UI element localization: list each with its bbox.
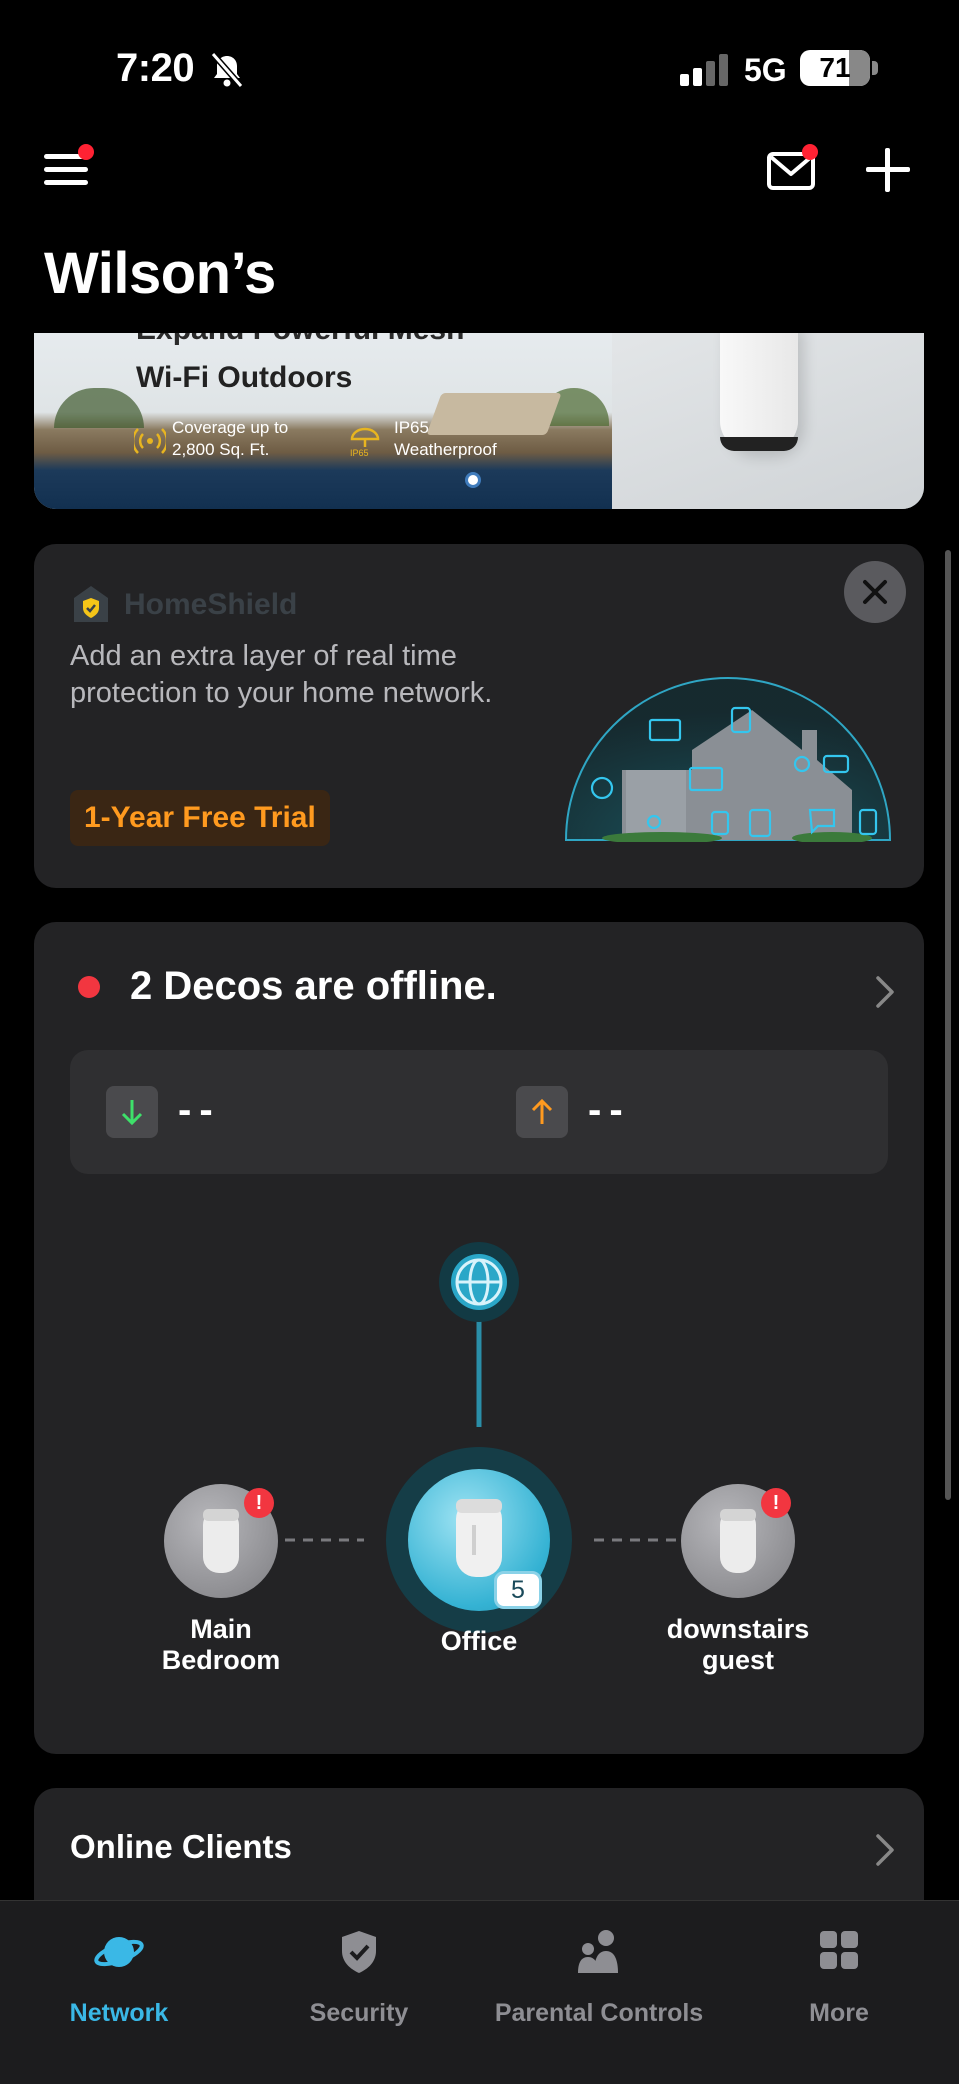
tab-label: More bbox=[809, 1999, 869, 2027]
homeshield-description: Add an extra layer of real time protecti… bbox=[70, 640, 493, 709]
planet-icon bbox=[94, 1937, 144, 1967]
bell-off-icon bbox=[210, 52, 244, 88]
menu-button[interactable] bbox=[44, 144, 94, 190]
tab-security[interactable]: Security bbox=[249, 1929, 469, 2029]
battery-icon: 71 bbox=[800, 50, 870, 86]
banner-headline: Wi-Fi Outdoors bbox=[136, 361, 353, 394]
tab-parental-controls[interactable]: Parental Controls bbox=[489, 1929, 709, 2029]
signal-icon bbox=[680, 54, 728, 86]
mail-notification-dot bbox=[802, 144, 818, 160]
battery-nub bbox=[872, 61, 878, 75]
bottom-tab-bar: Network Security Parental Controls More bbox=[0, 1900, 959, 2084]
coverage-icon bbox=[134, 428, 166, 454]
page-title: Wilson’s bbox=[44, 241, 276, 306]
svg-text:IP65: IP65 bbox=[350, 448, 369, 457]
close-button[interactable] bbox=[844, 561, 906, 623]
deco-device-icon bbox=[456, 1499, 502, 1577]
offline-alert-badge: ! bbox=[761, 1488, 791, 1518]
shield-icon bbox=[342, 1931, 376, 1973]
tab-label: Parental Controls bbox=[494, 1999, 704, 2027]
promo-banner[interactable]: Expand Powerful Mesh Wi-Fi Outdoors Cove… bbox=[34, 333, 924, 509]
deco-label-office: Office bbox=[440, 1626, 518, 1656]
status-bar: 7:20 5G 71 bbox=[0, 0, 959, 120]
status-time: 7:20 bbox=[116, 46, 195, 90]
deco-label-downstairs-guest: downstairs guest bbox=[666, 1614, 810, 1675]
network-type: 5G bbox=[744, 52, 787, 88]
weatherproof-icon: IP65 bbox=[350, 427, 380, 457]
banner-headline-partial: Expand Powerful Mesh bbox=[136, 333, 464, 347]
close-icon bbox=[863, 580, 887, 604]
banner-feature-weatherproof: IP65 Weatherproof bbox=[394, 418, 497, 459]
homeshield-card[interactable]: HomeShield Add an extra layer of real ti… bbox=[34, 544, 924, 888]
battery-level: 71 bbox=[819, 52, 851, 83]
scrollbar[interactable] bbox=[945, 550, 951, 1500]
deco-node-office[interactable]: 5 bbox=[386, 1447, 572, 1633]
banner-feature-coverage: Coverage up to 2,800 Sq. Ft. bbox=[172, 418, 289, 459]
messages-button[interactable] bbox=[766, 144, 822, 192]
tab-label: Network bbox=[69, 1999, 169, 2027]
family-icon bbox=[578, 1930, 618, 1973]
tab-more[interactable]: More bbox=[729, 1929, 949, 2029]
network-status-card[interactable]: 2 Decos are offline. -- -- 5 Office ! Ma… bbox=[34, 922, 924, 1754]
grid-icon bbox=[820, 1931, 858, 1969]
menu-notification-dot bbox=[78, 144, 94, 160]
deco-node-main-bedroom[interactable]: ! bbox=[164, 1484, 278, 1598]
globe-icon bbox=[451, 1254, 507, 1310]
deco-label-main-bedroom: Main Bedroom bbox=[161, 1614, 281, 1675]
tab-label: Security bbox=[309, 1999, 409, 2027]
online-clients-title: Online Clients bbox=[70, 1828, 292, 1865]
offline-alert-badge: ! bbox=[244, 1488, 274, 1518]
protected-home-illustration bbox=[564, 677, 892, 842]
banner-photo: Expand Powerful Mesh Wi-Fi Outdoors Cove… bbox=[34, 333, 612, 509]
client-count-badge: 5 bbox=[494, 1571, 542, 1609]
deco-device-icon bbox=[203, 1509, 239, 1573]
chevron-right-icon[interactable] bbox=[874, 1832, 896, 1868]
carousel-indicator[interactable] bbox=[468, 475, 478, 485]
deco-device-icon bbox=[720, 1509, 756, 1573]
internet-globe-button[interactable] bbox=[439, 1242, 519, 1322]
banner-product-image bbox=[612, 333, 924, 509]
homeshield-brand: HomeShield bbox=[124, 588, 298, 621]
homeshield-logo-icon bbox=[74, 586, 108, 622]
deco-node-downstairs-guest[interactable]: ! bbox=[681, 1484, 795, 1598]
free-trial-button[interactable]: 1-Year Free Trial bbox=[70, 790, 330, 846]
add-button[interactable] bbox=[864, 146, 912, 194]
tab-network[interactable]: Network bbox=[9, 1929, 229, 2029]
